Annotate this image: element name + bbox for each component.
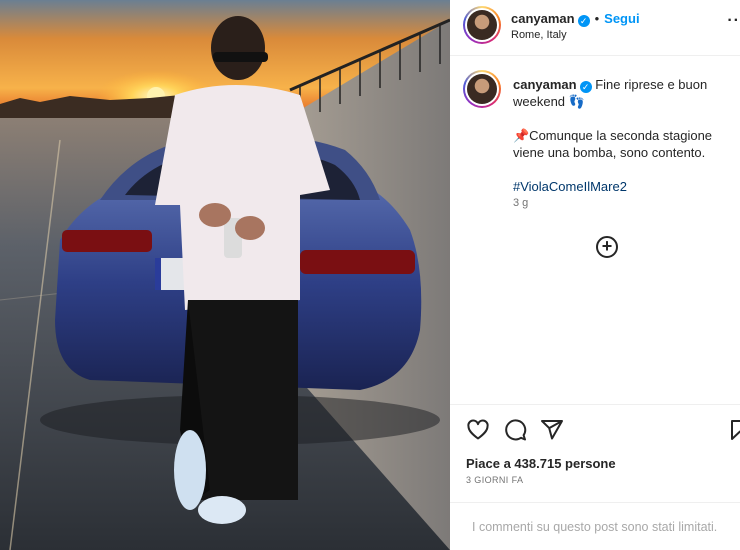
add-circle-icon[interactable]: + [596, 236, 618, 258]
header-username[interactable]: canyaman [511, 11, 575, 26]
verified-icon: ✓ [577, 15, 590, 27]
avatar[interactable] [463, 6, 501, 44]
location-link[interactable]: Rome, Italy [511, 29, 567, 41]
separator-dot: • [594, 11, 600, 26]
divider [450, 404, 740, 405]
post-header: canyaman ✓ • Segui Rome, Italy ·· [450, 0, 740, 56]
hashtag-link[interactable]: #ViolaComeIlMare2 [513, 178, 733, 195]
post-date: 3 GIORNI FA [466, 475, 524, 485]
likes-count[interactable]: Piace a 438.715 persone [466, 456, 616, 471]
post-caption: canyaman ✓ Fine riprese e buon weekend 👣 … [513, 76, 733, 212]
comments-limited-notice: I commenti su questo post sono stati lim… [472, 520, 718, 534]
caption-avatar[interactable] [463, 70, 501, 108]
caption-time-ago: 3 g [513, 197, 529, 209]
caption-username[interactable]: canyaman [513, 77, 577, 92]
header-user-row: canyaman ✓ • Segui [511, 11, 640, 27]
post-side-panel: canyaman ✓ • Segui Rome, Italy ·· canyaman ✓… [450, 0, 740, 550]
post-image [0, 0, 450, 550]
comment-icon[interactable] [503, 418, 527, 442]
divider [450, 502, 740, 503]
heart-icon[interactable] [466, 418, 490, 442]
verified-icon: ✓ [579, 81, 592, 93]
share-icon[interactable] [540, 418, 564, 442]
more-options-icon[interactable]: ·· [727, 12, 740, 30]
caption-line-2: 📌Comunque la seconda stagione viene una … [513, 128, 713, 160]
bookmark-icon[interactable] [728, 418, 740, 442]
follow-button[interactable]: Segui [604, 11, 639, 26]
post-photo[interactable] [0, 0, 450, 550]
